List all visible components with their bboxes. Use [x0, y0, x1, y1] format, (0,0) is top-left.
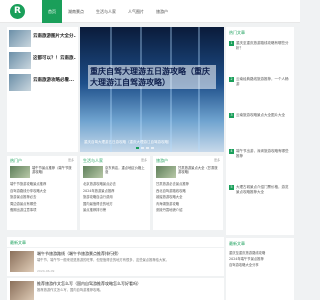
- featured-title[interactable]: 这都可以？！云南旅...: [33, 55, 76, 61]
- hero-banner[interactable]: 重庆自驾大理游五日游攻略（重庆大理游江自驾游攻略） 重庆自驾大理游五日游攻略（重…: [80, 27, 224, 152]
- banner-dot-active[interactable]: [136, 147, 139, 149]
- banner-light-ray: [198, 27, 200, 152]
- banner-pagination: [136, 147, 154, 149]
- featured-title[interactable]: 云南旅游图片大全分...: [33, 33, 76, 39]
- main-nav: 首页 湖南景点 生活与人家 人气图片 旅游户: [42, 0, 174, 23]
- featured-thumbnail[interactable]: [9, 30, 31, 47]
- nav-item-travel[interactable]: 旅游户: [150, 0, 174, 23]
- card-list: 北京旅游攻略景点必去 2024年旅游景点推荐 旅游攻略自由行费用 国内最值得去的…: [83, 181, 147, 214]
- card-thumbnail[interactable]: [156, 166, 176, 178]
- latest-section-title: 最新文章: [10, 240, 26, 245]
- featured-item[interactable]: 云南旅游图片大全分...: [9, 30, 76, 47]
- banner-caption[interactable]: 重庆自驾大理游五日游攻略（重庆大理游江自驾游攻略）: [84, 140, 220, 145]
- card-more-link[interactable]: 更多: [214, 158, 220, 162]
- hot-article-title[interactable]: 大理古城景点介绍门票价格，游览景点攻略推荐大全: [236, 185, 291, 195]
- article-summary: 端午节，端午节一般来说是旅游的旺季，但是值得去的地方有很多，这些景点推荐给大家。: [37, 258, 169, 262]
- hot-article-title[interactable]: 云南旅游攻略景点大全图片大全: [236, 113, 291, 118]
- article-row[interactable]: 端午节旅游路线（端午节旅游景点推荐排行榜） 端午节，端午节一般来说是旅游的旺季，…: [7, 248, 224, 276]
- card-featured[interactable]: 甘肃旅游景点大全（甘肃旅游攻略）: [156, 166, 220, 178]
- banner-dot[interactable]: [141, 147, 144, 149]
- rank-badge: 3: [229, 113, 234, 118]
- list-item[interactable]: 自驾游攻略大全分享: [226, 262, 294, 268]
- hot-article-title[interactable]: 云南经典路线旅游推荐，一个人畅游: [236, 77, 291, 87]
- hot-articles-title: 热门文章: [229, 30, 245, 35]
- card-thumbnail[interactable]: [10, 166, 30, 178]
- rank-badge: 5: [229, 185, 234, 190]
- article-date: 2024-06-09: [37, 269, 55, 273]
- featured-item[interactable]: 云南旅游攻略必看...: [9, 74, 76, 91]
- article-title[interactable]: 推荐旅游作文怎么写（国内自驾游推荐攻略怎么写好看吗）: [37, 281, 141, 287]
- card-thumbnail[interactable]: [83, 166, 103, 178]
- rank-badge: 2: [229, 77, 234, 82]
- top-navigation-bar: R 首页 湖南景点 生活与人家 人气图片 旅游户: [0, 0, 300, 23]
- side-latest-title: 最新文章: [229, 241, 245, 246]
- article-thumbnail[interactable]: [10, 281, 34, 300]
- list-item[interactable]: 张掖丹霞地貌介绍: [156, 207, 220, 214]
- hot-article-title[interactable]: 重庆至重庆旅游路线攻略有哪些分析？: [236, 41, 291, 51]
- side-latest-panel: 最新文章 重庆至重庆旅游路线攻略 2024年端午节景点推荐 自驾游攻略大全分享: [226, 238, 294, 300]
- site-logo[interactable]: R: [10, 4, 25, 19]
- card-heading[interactable]: 热门户: [10, 158, 22, 164]
- card-list: 端午节旅游攻略景点推荐 自驾游路线分享攻略大全 旅游景点推荐必去 周边游景点有哪…: [10, 181, 74, 214]
- nav-item-home[interactable]: 首页: [42, 0, 62, 23]
- category-card: 旅游户 更多 甘肃旅游景点大全（甘肃旅游攻略） 甘肃旅游必去景点推荐 西北自驾游…: [153, 156, 223, 230]
- nav-item-photos[interactable]: 人气图片: [122, 0, 150, 23]
- card-more-link[interactable]: 更多: [141, 158, 147, 162]
- banner-light-ray: [140, 27, 142, 152]
- category-card: 生活与人家 更多 京东商店，重点地区价格上涨 北京旅游攻略景点必去 2024年旅…: [80, 156, 150, 230]
- banner-dot[interactable]: [151, 147, 154, 149]
- card-list: 甘肃旅游必去景点推荐 西北自驾游路线攻略 敦煌旅游攻略大全 青海湖旅游攻略 张掖…: [156, 181, 220, 214]
- featured-thumbnail[interactable]: [9, 52, 31, 69]
- featured-thumbnail[interactable]: [9, 74, 31, 91]
- nav-item-scenic[interactable]: 湖南景点: [62, 0, 90, 23]
- rank-badge: 4: [229, 149, 234, 154]
- card-heading[interactable]: 旅游户: [156, 158, 168, 164]
- featured-item[interactable]: 这都可以？！云南旅...: [9, 52, 76, 69]
- list-item[interactable]: 假期出游注意事项: [10, 207, 74, 214]
- category-card: 热门户 更多 端午节景点推荐（端午节旅游攻略） 端午节旅游攻略景点推荐 自驾游路…: [7, 156, 77, 230]
- banner-light-ray: [110, 27, 112, 152]
- card-featured-title[interactable]: 甘肃旅游景点大全（甘肃旅游攻略）: [178, 166, 220, 174]
- card-featured-title[interactable]: 端午节景点推荐（端午节旅游攻略）: [32, 166, 74, 174]
- featured-title[interactable]: 云南旅游攻略必看...: [33, 77, 76, 83]
- article-summary: 推荐旅游作文怎么写，国内自驾游推荐攻略。: [37, 288, 103, 292]
- hot-article-title[interactable]: 端午节出游，深圳旅游攻略有哪些推荐: [236, 149, 291, 159]
- nav-item-life[interactable]: 生活与人家: [90, 0, 122, 23]
- hot-articles-panel: 热门文章 1 重庆至重庆旅游路线攻略有哪些分析？ 2 云南经典路线旅游推荐，一个…: [226, 27, 294, 235]
- banner-dot[interactable]: [146, 147, 149, 149]
- card-featured-title[interactable]: 京东商店，重点地区价格上涨: [105, 166, 147, 174]
- card-more-link[interactable]: 更多: [68, 158, 74, 162]
- card-featured[interactable]: 端午节景点推荐（端午节旅游攻略）: [10, 166, 74, 178]
- rank-badge: 1: [229, 41, 234, 46]
- latest-section-header: 最新文章: [7, 237, 224, 247]
- card-featured[interactable]: 京东商店，重点地区价格上涨: [83, 166, 147, 178]
- side-latest-list: 重庆至重庆旅游路线攻略 2024年端午节景点推荐 自驾游攻略大全分享: [226, 250, 294, 268]
- banner-headline[interactable]: 重庆自驾大理游五日游攻略（重庆大理游江自驾游攻略）: [88, 65, 216, 89]
- article-title[interactable]: 端午节旅游路线（端午节旅游景点推荐排行榜）: [37, 251, 121, 257]
- card-heading[interactable]: 生活与人家: [83, 158, 103, 164]
- featured-list: 云南旅游图片大全分... 这都可以？！云南旅... 云南旅游攻略必看...: [7, 27, 78, 152]
- article-row[interactable]: 推荐旅游作文怎么写（国内自驾游推荐攻略怎么写好看吗） 推荐旅游作文怎么写，国内自…: [7, 278, 224, 300]
- list-item[interactable]: 景点推荐排行榜: [83, 207, 147, 214]
- article-thumbnail[interactable]: [10, 251, 34, 272]
- banner-light-ray: [170, 27, 172, 152]
